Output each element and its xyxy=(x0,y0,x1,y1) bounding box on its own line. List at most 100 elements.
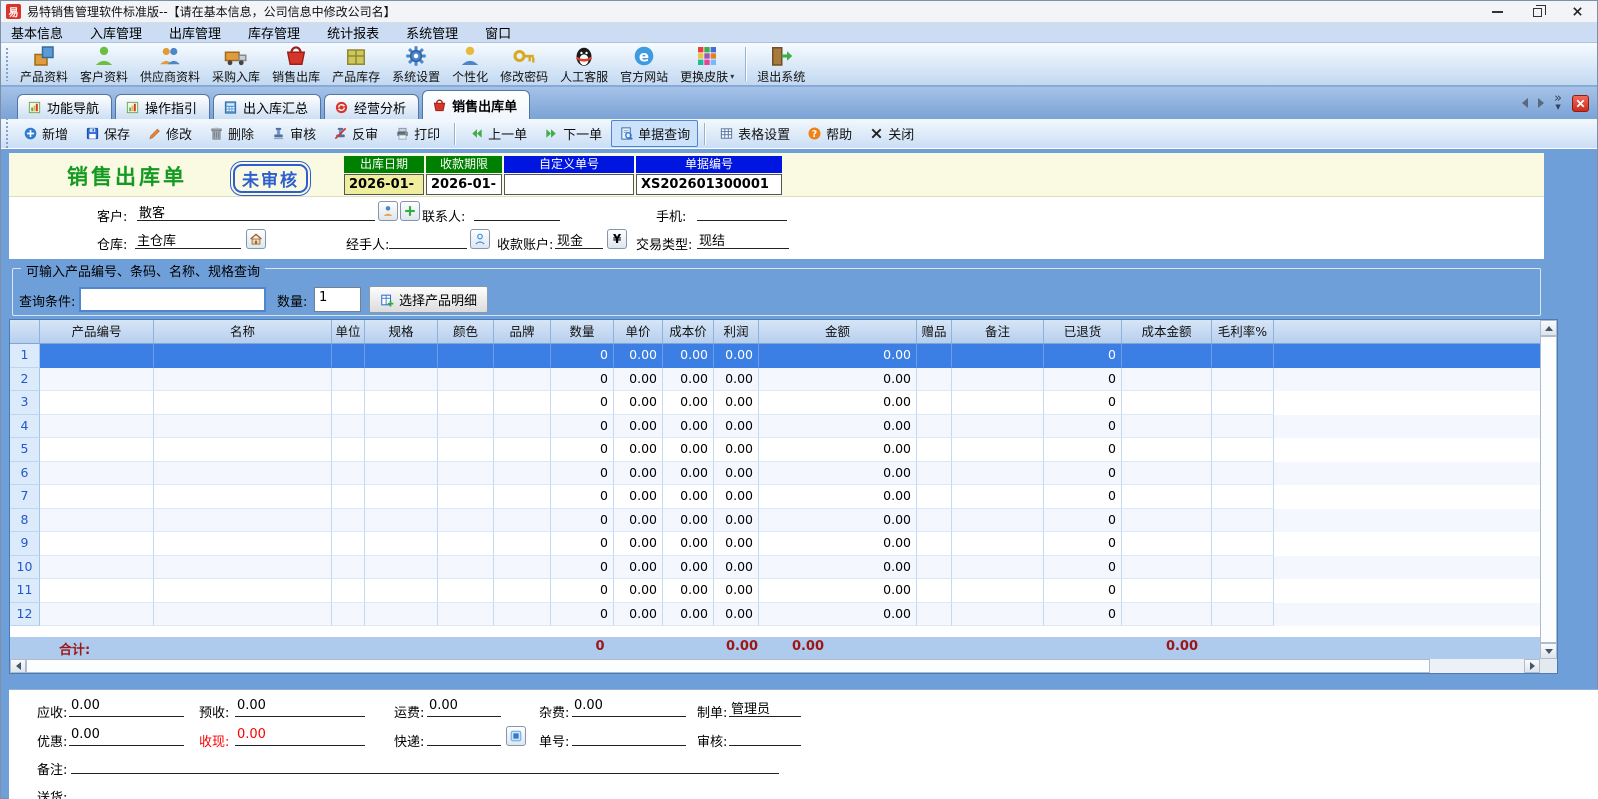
tab-close-button[interactable] xyxy=(1572,95,1589,112)
warehouse-pick-button[interactable] xyxy=(246,229,266,249)
grid-cell[interactable] xyxy=(365,391,438,415)
grid-cell[interactable]: 0 xyxy=(1044,344,1122,368)
horizontal-scrollbar[interactable] xyxy=(10,659,1540,673)
toolbar-button-官方网站[interactable]: e官方网站 xyxy=(614,43,674,85)
menu-item-库存管理[interactable]: 库存管理 xyxy=(248,23,300,42)
grid-cell[interactable]: 0 xyxy=(551,344,614,368)
grid-cell[interactable]: 0 xyxy=(551,556,614,580)
grid-cell[interactable] xyxy=(365,603,438,627)
grid-cell[interactable] xyxy=(1122,603,1212,627)
grid-cell[interactable]: 0 xyxy=(1044,438,1122,462)
grid-cell[interactable]: 0 xyxy=(1044,391,1122,415)
vertical-scroll-thumb[interactable] xyxy=(1540,336,1557,643)
grid-cell[interactable] xyxy=(438,415,494,439)
grid-cell[interactable] xyxy=(40,462,154,486)
header-field-value[interactable]: 2026-01-30 xyxy=(426,174,502,195)
row-number[interactable]: 5 xyxy=(10,438,40,462)
grid-cell[interactable] xyxy=(952,438,1044,462)
grid-cell[interactable] xyxy=(332,532,365,556)
column-header-数量[interactable]: 数量 xyxy=(551,320,614,344)
grid-cell[interactable]: 0.00 xyxy=(663,462,714,486)
column-header-金额[interactable]: 金额 xyxy=(759,320,917,344)
tracking-field[interactable] xyxy=(572,727,686,746)
column-header-名称[interactable]: 名称 xyxy=(154,320,332,344)
grid-cell[interactable] xyxy=(332,579,365,603)
table-row[interactable]: 300.000.000.000.000 xyxy=(10,391,1540,415)
grid-cell[interactable]: 0.00 xyxy=(759,391,917,415)
account-field[interactable]: 现金 xyxy=(555,230,603,249)
minimize-button[interactable] xyxy=(1477,1,1517,22)
grid-cell[interactable] xyxy=(332,438,365,462)
grid-cell[interactable]: 0.00 xyxy=(714,438,759,462)
grid-cell[interactable] xyxy=(952,368,1044,392)
grid-cell[interactable]: 0 xyxy=(551,368,614,392)
grid-cell[interactable] xyxy=(952,556,1044,580)
grid-cell[interactable] xyxy=(438,509,494,533)
row-number[interactable]: 12 xyxy=(10,603,40,627)
grid-cell[interactable] xyxy=(494,485,551,509)
tab-销售出库单[interactable]: 销售出库单 xyxy=(422,90,530,119)
grid-cell[interactable] xyxy=(154,532,332,556)
grid-cell[interactable]: 0 xyxy=(1044,556,1122,580)
freight-field[interactable]: 0.00 xyxy=(427,698,501,717)
grid-cell[interactable] xyxy=(154,485,332,509)
grid-cell[interactable] xyxy=(917,603,952,627)
grid-cell[interactable] xyxy=(154,556,332,580)
grid-cell[interactable] xyxy=(494,462,551,486)
mobile-field[interactable] xyxy=(697,202,787,221)
grid-cell[interactable] xyxy=(1122,438,1212,462)
grid-cell[interactable]: 0.00 xyxy=(614,485,663,509)
grid-cell[interactable]: 0 xyxy=(551,485,614,509)
grid-cell[interactable] xyxy=(438,532,494,556)
handler-pick-button[interactable] xyxy=(470,229,490,249)
grid-cell[interactable]: 0.00 xyxy=(759,415,917,439)
grid-cell[interactable]: 0.00 xyxy=(663,485,714,509)
doc-toolbar-button-表格设置[interactable]: 表格设置 xyxy=(711,120,798,147)
grid-cell[interactable] xyxy=(332,603,365,627)
grid-cell[interactable] xyxy=(494,532,551,556)
grid-cell[interactable]: 0 xyxy=(1044,532,1122,556)
row-number[interactable]: 2 xyxy=(10,368,40,392)
grid-cell[interactable] xyxy=(40,556,154,580)
customer-add-button[interactable] xyxy=(400,201,420,221)
grid-cell[interactable] xyxy=(365,532,438,556)
customer-field[interactable]: 散客 xyxy=(137,202,375,221)
header-field-value[interactable]: XS202601300001 xyxy=(636,174,782,195)
grid-cell[interactable] xyxy=(952,344,1044,368)
table-row[interactable]: 100.000.000.000.000 xyxy=(10,344,1540,368)
grid-cell[interactable]: 0.00 xyxy=(759,438,917,462)
doc-toolbar-button-新增[interactable]: 新增 xyxy=(15,120,76,147)
grid-cell[interactable]: 0 xyxy=(551,438,614,462)
toolbar-button-修改密码[interactable]: 修改密码 xyxy=(494,43,554,85)
grid-cell[interactable] xyxy=(1212,603,1274,627)
grid-cell[interactable]: 0.00 xyxy=(759,462,917,486)
grid-cell[interactable] xyxy=(952,532,1044,556)
handler-field[interactable] xyxy=(389,230,467,249)
grid-cell[interactable] xyxy=(917,556,952,580)
customer-pick-button[interactable] xyxy=(378,201,398,221)
grid-cell[interactable] xyxy=(154,344,332,368)
toolbar-button-采购入库[interactable]: 采购入库 xyxy=(206,43,266,85)
grid-cell[interactable] xyxy=(154,603,332,627)
grid-cell[interactable] xyxy=(917,415,952,439)
column-header-备注[interactable]: 备注 xyxy=(952,320,1044,344)
grid-cell[interactable]: 0.00 xyxy=(614,509,663,533)
grid-cell[interactable] xyxy=(1122,579,1212,603)
grid-cell[interactable] xyxy=(1212,579,1274,603)
row-number[interactable]: 10 xyxy=(10,556,40,580)
grid-cell[interactable] xyxy=(1212,556,1274,580)
select-product-button[interactable]: 选择产品明细 xyxy=(369,286,488,313)
toolbar-button-销售出库[interactable]: 销售出库 xyxy=(266,43,326,85)
grid-cell[interactable] xyxy=(40,603,154,627)
toolbar-button-个性化[interactable]: 个性化 xyxy=(446,43,494,85)
scroll-down-icon[interactable] xyxy=(1540,643,1557,659)
grid-cell[interactable] xyxy=(365,509,438,533)
vertical-scrollbar[interactable] xyxy=(1540,320,1557,659)
grid-cell[interactable]: 0.00 xyxy=(759,368,917,392)
table-row[interactable]: 900.000.000.000.000 xyxy=(10,532,1540,556)
grid-cell[interactable]: 0.00 xyxy=(614,579,663,603)
grid-cell[interactable] xyxy=(952,415,1044,439)
grid-cell[interactable] xyxy=(1122,415,1212,439)
grid-cell[interactable]: 0 xyxy=(1044,509,1122,533)
grid-cell[interactable] xyxy=(952,579,1044,603)
